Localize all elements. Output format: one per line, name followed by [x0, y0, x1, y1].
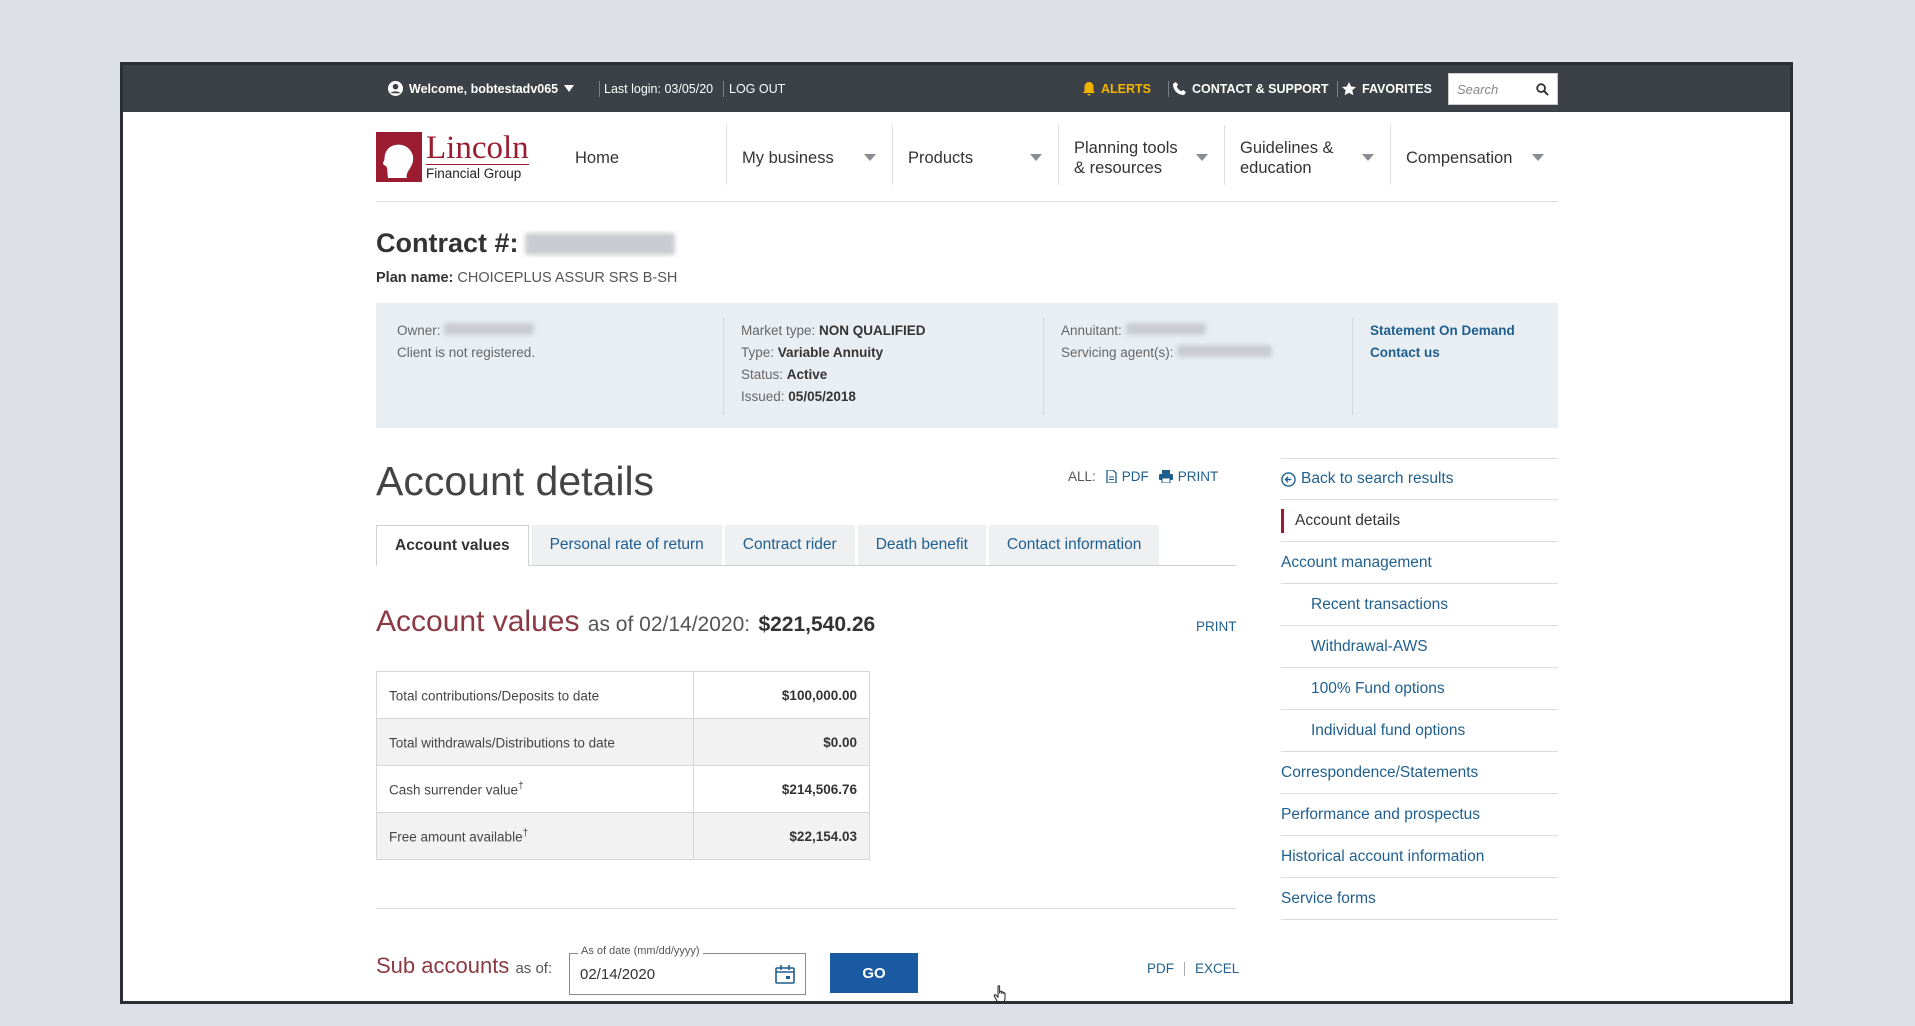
section-divider	[376, 908, 1236, 909]
logout-link[interactable]: LOG OUT	[729, 65, 785, 112]
calendar-icon[interactable]	[775, 964, 795, 984]
nav-guidelines[interactable]: Guidelines & education	[1240, 128, 1388, 188]
account-values-heading: Account values as of 02/14/2020: $221,54…	[376, 605, 876, 638]
star-icon	[1342, 81, 1356, 95]
tab-account-values[interactable]: Account values	[376, 525, 529, 566]
account-tabs: Account values Personal rate of return C…	[376, 525, 1236, 566]
phone-icon	[1173, 82, 1186, 95]
total-account-value: $221,540.26	[758, 613, 876, 636]
caret-down-icon	[1196, 154, 1208, 161]
statement-on-demand-link[interactable]: Statement On Demand	[1370, 320, 1515, 342]
account-values-table: Total contributions/Deposits to date $10…	[376, 671, 870, 860]
account-values-print-link[interactable]: PRINT	[1196, 619, 1237, 634]
welcome-menu[interactable]: Welcome, bobtestadv065	[388, 65, 575, 112]
sidebar-item-account-management[interactable]: Account management	[1281, 542, 1558, 584]
contact-us-link[interactable]: Contact us	[1370, 342, 1515, 364]
sidebar-back-link[interactable]: Back to search results	[1281, 458, 1558, 500]
sidebar-item-account-details[interactable]: Account details	[1281, 500, 1558, 542]
caret-down-icon	[564, 85, 575, 92]
caret-down-icon	[864, 154, 876, 161]
caret-down-icon	[1030, 154, 1042, 161]
sidebar-item-performance[interactable]: Performance and prospectus	[1281, 794, 1558, 836]
sub-accounts-heading: Sub accounts as of:	[376, 953, 553, 978]
printer-icon	[1158, 470, 1173, 483]
contract-title: Contract #:	[376, 228, 675, 259]
go-button[interactable]: GO	[830, 953, 918, 993]
nav-products[interactable]: Products	[908, 128, 1056, 188]
last-login: Last login: 03/05/20	[604, 81, 714, 96]
search-input[interactable]	[1457, 81, 1529, 97]
sidebar-item-correspondence[interactable]: Correspondence/Statements	[1281, 752, 1558, 794]
logo-name: Lincoln	[426, 130, 529, 166]
search-icon[interactable]	[1536, 82, 1549, 96]
alerts-link[interactable]: ALERTS	[1083, 65, 1151, 112]
table-row: Cash surrender value† $214,506.76	[376, 765, 870, 813]
sidebar-item-individual-fund-options[interactable]: Individual fund options	[1281, 710, 1558, 752]
annuitant-row: Annuitant:	[1061, 320, 1272, 342]
tab-contact-information[interactable]: Contact information	[988, 525, 1160, 565]
contract-type: Type: Variable Annuity	[741, 345, 884, 360]
market-type: Market type: NON QUALIFIED	[741, 323, 926, 338]
welcome-text: Welcome, bobtestadv065	[409, 81, 559, 96]
table-row: Free amount available† $22,154.03	[376, 812, 870, 860]
row-value: $100,000.00	[693, 671, 870, 719]
page-title: Account details	[376, 458, 655, 504]
user-icon	[388, 81, 403, 96]
tab-death-benefit[interactable]: Death benefit	[857, 525, 986, 565]
lincoln-profile-icon	[376, 132, 422, 182]
servicing-agent-row: Servicing agent(s):	[1061, 342, 1273, 364]
nav-compensation[interactable]: Compensation	[1406, 128, 1558, 188]
header-divider	[376, 201, 1558, 202]
tab-personal-rate-of-return[interactable]: Personal rate of return	[531, 525, 722, 565]
sidebar-item-recent-transactions[interactable]: Recent transactions	[1281, 584, 1558, 626]
as-of-date-field[interactable]: As of date (mm/dd/yyyy)	[569, 945, 806, 995]
owner-row: Owner:	[397, 320, 535, 342]
tab-contract-rider[interactable]: Contract rider	[724, 525, 855, 565]
sidebar-nav: Back to search results Account details A…	[1281, 458, 1558, 920]
row-value: $214,506.76	[693, 765, 870, 813]
row-label: Free amount available†	[376, 812, 694, 860]
sub-accounts-pdf-link[interactable]: PDF	[1147, 961, 1174, 976]
back-arrow-icon	[1281, 471, 1296, 487]
sub-accounts-excel-link[interactable]: EXCEL	[1195, 961, 1239, 976]
favorites-link[interactable]: FAVORITES	[1342, 65, 1432, 112]
plan-name: Plan name: CHOICEPLUS ASSUR SRS B-SH	[376, 270, 678, 286]
nav-my-business[interactable]: My business	[742, 128, 890, 188]
contract-status: Status: Active	[741, 367, 828, 382]
sidebar-item-fund-options[interactable]: 100% Fund options	[1281, 668, 1558, 710]
issued-date: Issued: 05/05/2018	[741, 389, 856, 404]
sub-accounts-export: PDF EXCEL	[1147, 961, 1239, 976]
table-row: Total contributions/Deposits to date $10…	[376, 671, 870, 719]
nav-planning-tools[interactable]: Planning tools & resources	[1074, 128, 1222, 188]
row-value: $22,154.03	[693, 812, 870, 860]
contract-summary: Owner: Client is not registered. Market …	[376, 303, 1558, 428]
sidebar-item-withdrawal[interactable]: Withdrawal-AWS	[1281, 626, 1558, 668]
search-box[interactable]	[1448, 73, 1558, 105]
all-pdf-link[interactable]: PDF	[1106, 469, 1149, 484]
client-status: Client is not registered.	[397, 345, 536, 360]
row-value: $0.00	[693, 718, 870, 766]
browser-frame: Welcome, bobtestadv065 Last login: 03/05…	[120, 62, 1793, 1004]
all-export-row: ALL: PDF PRINT	[1068, 469, 1219, 484]
row-label: Total withdrawals/Distributions to date	[376, 718, 694, 766]
nav-home[interactable]: Home	[575, 128, 725, 188]
utility-bar: Welcome, bobtestadv065 Last login: 03/05…	[123, 65, 1790, 112]
pdf-icon	[1106, 470, 1117, 483]
row-label: Total contributions/Deposits to date	[376, 671, 694, 719]
as-of-date-label: As of date (mm/dd/yyyy)	[578, 945, 703, 957]
contact-support-link[interactable]: CONTACT & SUPPORT	[1173, 65, 1329, 112]
sidebar-item-service-forms[interactable]: Service forms	[1281, 878, 1558, 920]
lincoln-logo[interactable]: Lincoln Financial Group	[376, 129, 542, 185]
hand-cursor-icon	[993, 985, 1006, 1001]
as-of-date-input[interactable]	[580, 965, 750, 983]
table-row: Total withdrawals/Distributions to date …	[376, 718, 870, 766]
caret-down-icon	[1362, 154, 1374, 161]
caret-down-icon	[1532, 154, 1544, 161]
bell-icon	[1083, 81, 1095, 95]
sidebar-item-historical[interactable]: Historical account information	[1281, 836, 1558, 878]
row-label: Cash surrender value†	[376, 765, 694, 813]
logo-subtitle: Financial Group	[426, 164, 529, 181]
all-print-link[interactable]: PRINT	[1158, 469, 1218, 484]
contract-number-redacted	[524, 232, 675, 255]
